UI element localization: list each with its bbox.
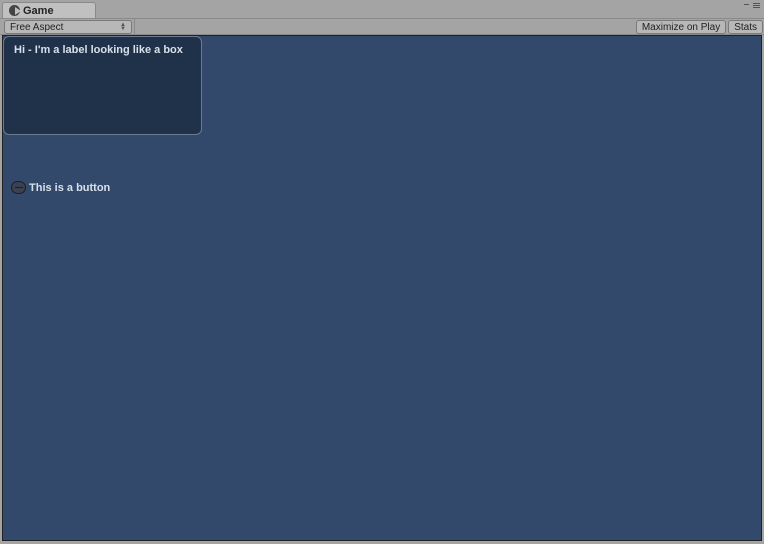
toggle-icon [11,181,26,194]
window-controls [744,2,760,9]
tab-bar: Game [0,0,764,18]
toolbar-spacer [134,19,635,34]
box-style-label: Hi - I'm a label looking like a box [3,36,202,135]
game-viewport: Hi - I'm a label looking like a box This… [2,35,762,541]
chevron-updown-icon: ▲▼ [120,23,126,31]
box-label-text: Hi - I'm a label looking like a box [14,44,183,56]
toggle-label: This is a button [29,182,110,194]
stats-label: Stats [734,22,757,33]
game-tab[interactable]: Game [2,2,96,18]
maximize-label: Maximize on Play [642,22,720,33]
tab-title: Game [23,5,54,17]
toggle-button[interactable]: This is a button [11,181,110,194]
collapse-icon[interactable] [744,2,751,9]
menu-icon[interactable] [753,2,760,9]
aspect-dropdown[interactable]: Free Aspect ▲▼ [4,20,132,34]
aspect-label: Free Aspect [10,22,63,33]
pacman-icon [9,5,20,16]
maximize-on-play-button[interactable]: Maximize on Play [636,20,726,34]
stats-button[interactable]: Stats [728,20,763,34]
toolbar: Free Aspect ▲▼ Maximize on Play Stats [0,18,764,35]
